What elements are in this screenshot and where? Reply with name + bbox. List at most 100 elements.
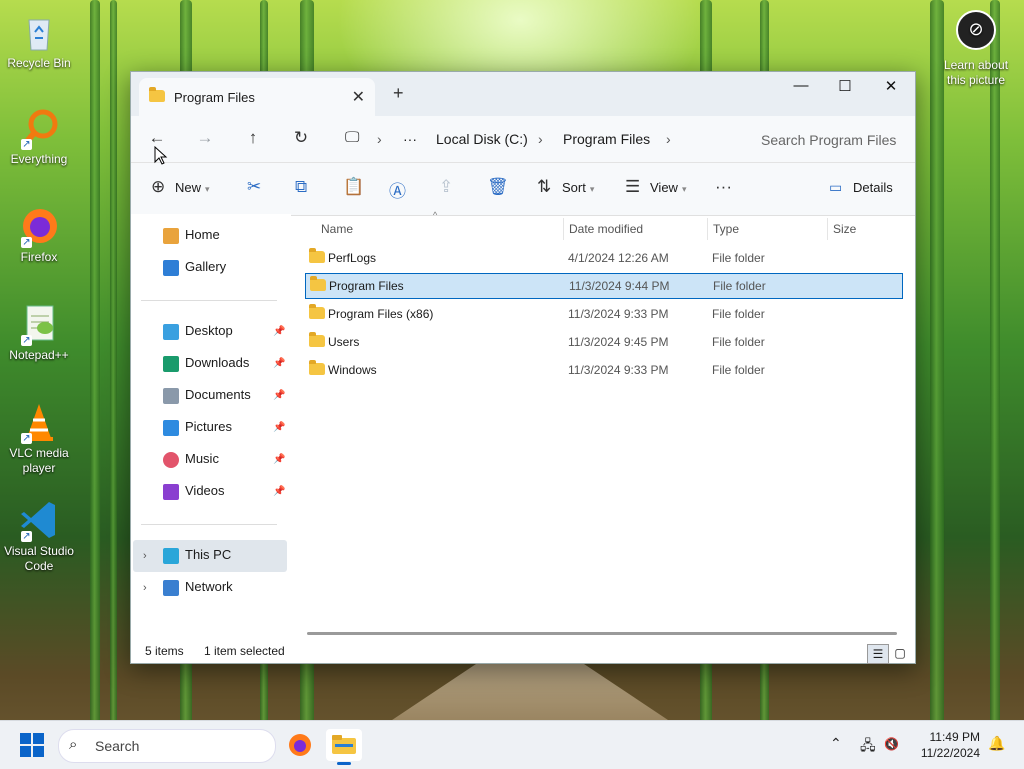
sidebar-item-documents[interactable]: Documents — [163, 384, 251, 406]
delete-icon[interactable]: 🗑 — [487, 177, 509, 197]
new-plus-icon[interactable]: ⊕ — [151, 177, 165, 197]
desktop-icon-vlc[interactable]: ↗ VLC media player — [4, 400, 74, 476]
close-tab-icon[interactable]: ✕ — [352, 87, 365, 107]
network-status-icon[interactable]: 🖧 — [860, 735, 876, 759]
pin-icon[interactable]: 📌 — [273, 454, 285, 465]
sort-label: Sort — [562, 180, 586, 195]
volume-muted-icon[interactable]: 🔇 — [884, 737, 899, 751]
learn-label: Learn about this picture — [943, 58, 1009, 87]
share-icon[interactable]: ⇪ — [439, 177, 453, 197]
file-list: ^ Name Date modified Type Size PerfLogs … — [291, 210, 915, 635]
sidebar-item-videos[interactable]: Videos — [163, 480, 225, 502]
sidebar-item-desktop[interactable]: Desktop — [163, 320, 233, 342]
learn-about-picture[interactable]: ⊘ Learn about this picture — [936, 10, 1016, 88]
table-row[interactable]: Program Files (x86) 11/3/2024 9:33 PM Fi… — [305, 302, 901, 326]
sidebar-item-home[interactable]: Home — [163, 224, 220, 246]
file-name: Windows — [328, 363, 377, 377]
sidebar-label: Network — [185, 579, 233, 594]
taskbar-file-explorer[interactable] — [326, 729, 362, 765]
sidebar-item-network[interactable]: Network — [163, 576, 233, 598]
clock-date: 11/22/2024 — [920, 746, 980, 760]
notepad-plus-plus-icon: ↗ — [17, 302, 61, 346]
search-placeholder: Search Program Files — [761, 132, 897, 148]
pin-icon[interactable]: 📌 — [273, 422, 285, 433]
column-header-name[interactable]: Name — [321, 222, 353, 236]
address-bar[interactable]: 🖵 › ··· Local Disk (C:) › Program Files … — [331, 122, 736, 156]
search-input[interactable]: Search Program Files — [745, 122, 903, 156]
column-divider[interactable] — [707, 218, 708, 240]
desktop-icon-firefox[interactable]: ↗ Firefox — [4, 204, 74, 265]
maximize-button[interactable]: ☐ — [825, 77, 865, 95]
column-header-size[interactable]: Size — [833, 222, 856, 236]
desktop-icon-vscode[interactable]: ↗ Visual Studio Code — [4, 498, 74, 574]
sidebar-item-music[interactable]: Music — [163, 448, 219, 470]
taskbar-search[interactable]: ⌕ Search — [58, 729, 276, 763]
paste-icon[interactable]: 📋 — [343, 177, 364, 197]
address-row: ← → ↑ ↻ 🖵 › ··· Local Disk (C:) › Progra… — [131, 116, 915, 163]
chevron-up-icon[interactable]: ⌃ — [830, 735, 842, 752]
sidebar-item-this-pc[interactable]: This PC — [163, 544, 231, 566]
breadcrumb-program-files[interactable]: Program Files — [563, 131, 650, 147]
column-divider[interactable] — [563, 218, 564, 240]
pin-icon[interactable]: 📌 — [273, 486, 285, 497]
table-row-selected[interactable]: Program Files 11/3/2024 9:44 PM File fol… — [305, 273, 903, 299]
column-header-type[interactable]: Type — [713, 222, 739, 236]
details-button[interactable]: Details — [853, 180, 893, 195]
desktop-icon-everything[interactable]: ↗ Everything — [4, 106, 74, 167]
sidebar-item-pictures[interactable]: Pictures — [163, 416, 232, 438]
table-row[interactable]: Users 11/3/2024 9:45 PM File folder — [305, 330, 901, 354]
item-count: 5 items — [145, 644, 184, 658]
tab-program-files[interactable]: Program Files ✕ — [139, 78, 375, 116]
firefox-icon — [289, 734, 311, 756]
sidebar-item-downloads[interactable]: Downloads — [163, 352, 249, 374]
new-tab-button[interactable]: + — [393, 83, 404, 104]
minimize-button[interactable]: — — [781, 77, 821, 94]
horizontal-scrollbar[interactable] — [307, 632, 897, 635]
file-date: 11/3/2024 9:45 PM — [568, 335, 669, 349]
music-icon — [163, 451, 179, 468]
forward-arrow-icon[interactable]: → — [193, 128, 217, 148]
column-header-date[interactable]: Date modified — [569, 222, 643, 236]
chevron-right-icon[interactable]: › — [143, 550, 147, 562]
system-clock[interactable]: 11:49 PM 11/22/2024 — [916, 729, 980, 761]
file-explorer-icon — [332, 735, 356, 754]
up-arrow-icon[interactable]: ↑ — [241, 128, 265, 148]
taskbar: ⌕ Search ⌃ 🖧 🔇 11:49 PM 11/22/2024 🔔 — [0, 720, 1024, 769]
column-divider[interactable] — [827, 218, 828, 240]
sort-button[interactable]: Sort ▾ — [562, 180, 594, 195]
pin-icon[interactable]: 📌 — [273, 390, 285, 401]
sidebar-item-gallery[interactable]: Gallery — [163, 256, 226, 278]
file-date: 11/3/2024 9:44 PM — [569, 279, 670, 293]
taskbar-firefox[interactable] — [282, 729, 318, 761]
notification-bell-icon[interactable]: 🔔 — [988, 735, 1005, 752]
title-bar: Program Files ✕ + — ☐ ✕ — [131, 72, 915, 116]
breadcrumb-local-disk[interactable]: Local Disk (C:) — [436, 131, 528, 147]
refresh-icon[interactable]: ↻ — [289, 128, 313, 148]
desktop-icon-recycle-bin[interactable]: Recycle Bin — [4, 10, 74, 71]
table-row[interactable]: Windows 11/3/2024 9:33 PM File folder — [305, 358, 901, 382]
start-button[interactable] — [20, 733, 44, 757]
shortcut-arrow-icon: ↗ — [21, 433, 32, 444]
close-window-button[interactable]: ✕ — [871, 77, 911, 95]
details-view-icon[interactable]: ☰ — [867, 644, 889, 664]
back-arrow-icon[interactable]: ← — [145, 128, 169, 148]
table-row[interactable]: PerfLogs 4/1/2024 12:26 AM File folder — [305, 246, 901, 270]
details-pane-icon: ▭ — [829, 179, 843, 195]
desktop-icon-notepadpp[interactable]: ↗ Notepad++ — [4, 302, 74, 363]
file-date: 11/3/2024 9:33 PM — [568, 307, 669, 321]
tiles-view-icon[interactable]: ▢ — [890, 644, 910, 662]
tab-title: Program Files — [174, 90, 255, 105]
new-button[interactable]: New ▾ — [175, 180, 210, 195]
chevron-right-icon[interactable]: › — [143, 582, 147, 594]
cut-icon[interactable]: ✂ — [247, 177, 261, 197]
view-button[interactable]: View ▾ — [650, 180, 686, 195]
pin-icon[interactable]: 📌 — [273, 358, 285, 369]
pin-icon[interactable]: 📌 — [273, 326, 285, 337]
breadcrumb-more[interactable]: ··· — [403, 131, 417, 147]
active-indicator — [337, 762, 351, 765]
copy-icon[interactable]: ⧉ — [295, 177, 307, 197]
chevron-down-icon: ▾ — [205, 184, 210, 194]
more-options-icon[interactable]: ··· — [715, 177, 732, 197]
rename-icon[interactable]: Ⓐ — [389, 177, 406, 202]
shortcut-arrow-icon: ↗ — [21, 531, 32, 542]
